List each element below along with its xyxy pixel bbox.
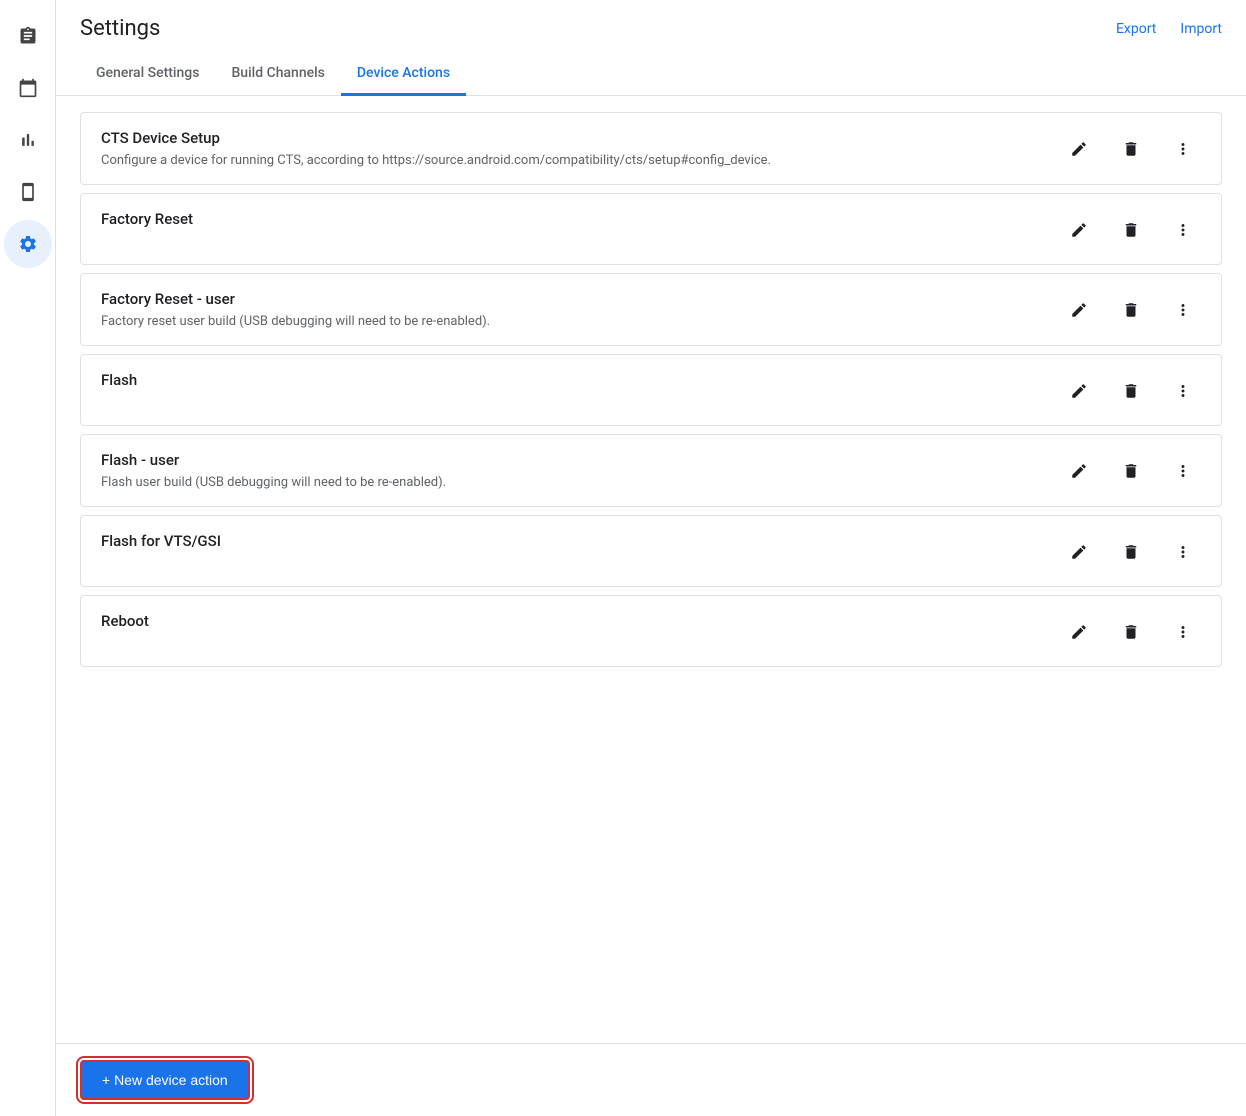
edit-action-button[interactable] [1061,453,1097,489]
trash-icon [1122,140,1140,158]
action-card: CTS Device Setup Configure a device for r… [80,112,1222,185]
action-description: Flash user build (USB debugging will nee… [101,475,1061,490]
trash-icon [1122,382,1140,400]
clipboard-icon [18,26,38,46]
action-card: Factory Reset - user Factory reset user b… [80,273,1222,346]
action-title: Reboot [101,612,1061,630]
pencil-icon [1070,623,1088,641]
edit-action-button[interactable] [1061,534,1097,570]
action-title: Flash for VTS/GSI [101,532,1061,550]
action-description: Factory reset user build (USB debugging … [101,314,1061,329]
phone-icon [18,182,38,202]
delete-action-button[interactable] [1113,453,1149,489]
sidebar-item-calendar[interactable] [4,64,52,112]
action-controls [1061,290,1201,328]
page-header: Settings Export Import [56,0,1246,41]
more-vert-icon [1174,301,1192,319]
pencil-icon [1070,221,1088,239]
export-link[interactable]: Export [1116,21,1156,37]
action-controls [1061,129,1201,167]
action-card: Flash - user Flash user build (USB debugg… [80,434,1222,507]
pencil-icon [1070,301,1088,319]
action-card: Reboot [80,595,1222,667]
delete-action-button[interactable] [1113,373,1149,409]
action-info: Flash - user Flash user build (USB debugg… [101,451,1061,490]
more-vert-icon [1174,623,1192,641]
more-actions-button[interactable] [1165,534,1201,570]
action-title: Flash - user [101,451,1061,469]
action-controls [1061,532,1201,570]
action-description: Configure a device for running CTS, acco… [101,153,1061,168]
action-info: CTS Device Setup Configure a device for r… [101,129,1061,168]
tab-build-channels[interactable]: Build Channels [215,53,340,96]
edit-action-button[interactable] [1061,131,1097,167]
edit-action-button[interactable] [1061,614,1097,650]
trash-icon [1122,623,1140,641]
pencil-icon [1070,382,1088,400]
more-actions-button[interactable] [1165,131,1201,167]
edit-action-button[interactable] [1061,292,1097,328]
action-controls [1061,451,1201,489]
tab-device-actions[interactable]: Device Actions [341,53,466,96]
more-vert-icon [1174,382,1192,400]
action-info: Flash [101,371,1061,395]
more-actions-button[interactable] [1165,373,1201,409]
pencil-icon [1070,140,1088,158]
action-card: Factory Reset [80,193,1222,265]
action-info: Factory Reset - user Factory reset user b… [101,290,1061,329]
settings-gear-icon [18,234,38,254]
action-card: Flash [80,354,1222,426]
content-area: CTS Device Setup Configure a device for r… [56,96,1246,1043]
more-vert-icon [1174,140,1192,158]
trash-icon [1122,462,1140,480]
delete-action-button[interactable] [1113,614,1149,650]
more-vert-icon [1174,221,1192,239]
action-title: Factory Reset - user [101,290,1061,308]
sidebar-item-phone[interactable] [4,168,52,216]
import-link[interactable]: Import [1180,21,1222,37]
more-actions-button[interactable] [1165,614,1201,650]
more-vert-icon [1174,543,1192,561]
tab-general-settings[interactable]: General Settings [80,53,215,96]
more-actions-button[interactable] [1165,292,1201,328]
more-actions-button[interactable] [1165,453,1201,489]
action-info: Flash for VTS/GSI [101,532,1061,556]
pencil-icon [1070,462,1088,480]
trash-icon [1122,301,1140,319]
delete-action-button[interactable] [1113,534,1149,570]
edit-action-button[interactable] [1061,212,1097,248]
action-controls [1061,371,1201,409]
action-controls [1061,612,1201,650]
more-actions-button[interactable] [1165,212,1201,248]
sidebar-item-clipboard[interactable] [4,12,52,60]
pencil-icon [1070,543,1088,561]
sidebar-item-charts[interactable] [4,116,52,164]
action-title: Factory Reset [101,210,1061,228]
more-vert-icon [1174,462,1192,480]
page-title: Settings [80,16,160,41]
action-title: CTS Device Setup [101,129,1061,147]
header-actions: Export Import [1116,21,1222,37]
action-info: Factory Reset [101,210,1061,234]
action-title: Flash [101,371,1061,389]
trash-icon [1122,543,1140,561]
delete-action-button[interactable] [1113,292,1149,328]
trash-icon [1122,221,1140,239]
main-content: Settings Export Import General Settings … [56,0,1246,1116]
tabs-bar: General Settings Build Channels Device A… [56,53,1246,96]
delete-action-button[interactable] [1113,131,1149,167]
page-footer: + New device action [56,1043,1246,1116]
sidebar [0,0,56,1116]
edit-action-button[interactable] [1061,373,1097,409]
delete-action-button[interactable] [1113,212,1149,248]
action-info: Reboot [101,612,1061,636]
action-controls [1061,210,1201,248]
sidebar-item-settings[interactable] [4,220,52,268]
calendar-icon [18,78,38,98]
chart-bar-icon [18,130,38,150]
action-card: Flash for VTS/GSI [80,515,1222,587]
new-device-action-button[interactable]: + New device action [80,1060,250,1100]
